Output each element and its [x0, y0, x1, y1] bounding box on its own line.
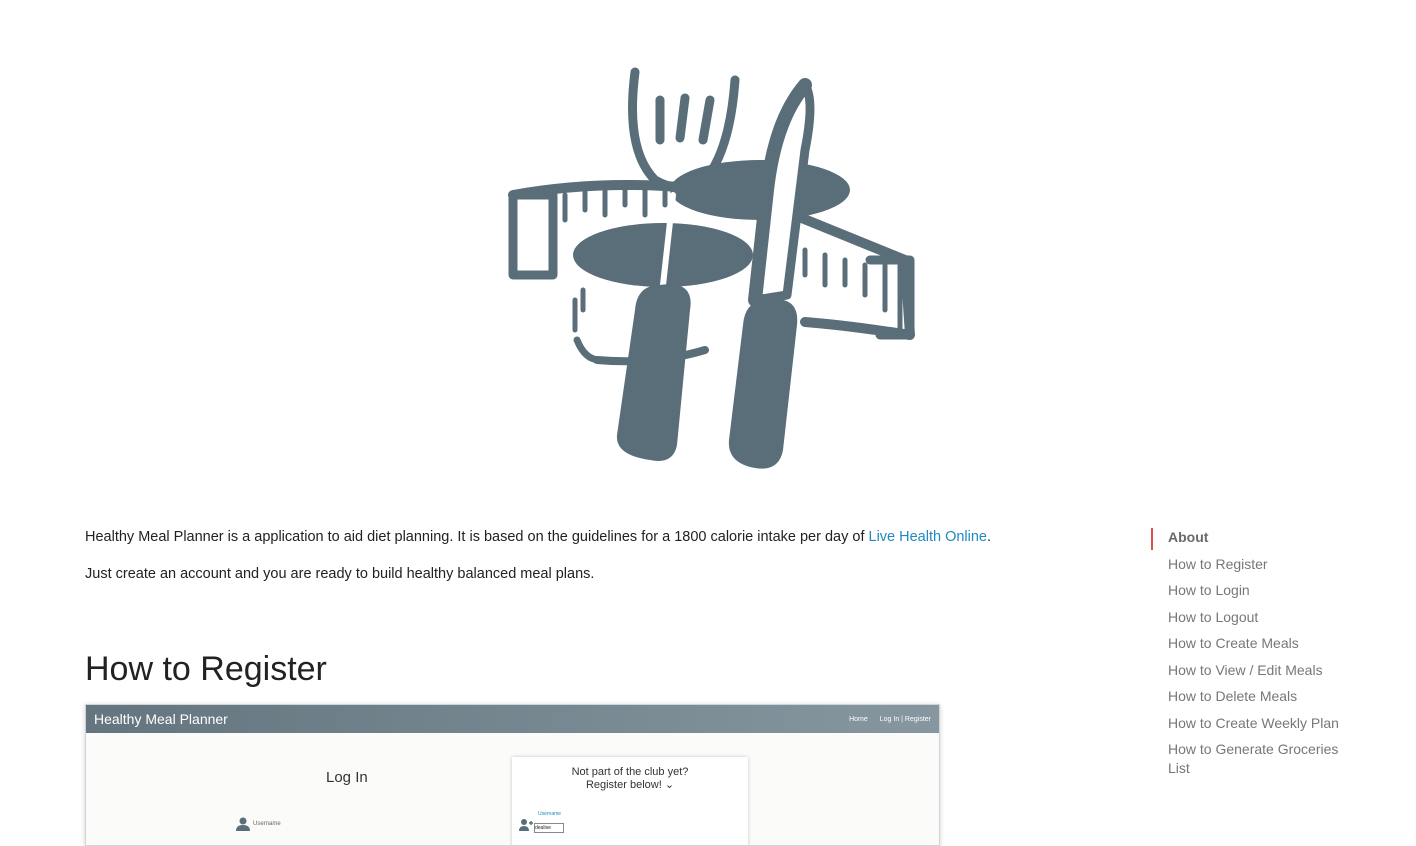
- screenshot-nav-home: Home: [849, 715, 868, 723]
- toc-item-how-to-register[interactable]: How to Register: [1151, 555, 1351, 574]
- screenshot-register-line2-text: Register below!: [585, 779, 662, 791]
- fork-knife-measuring-tape-icon: [508, 67, 915, 469]
- screenshot-reg-username-label: Username: [538, 811, 562, 817]
- toc-item-about[interactable]: About: [1151, 528, 1351, 550]
- toc-item-how-to-create-weekly-plan[interactable]: How to Create Weekly Plan: [1151, 714, 1351, 733]
- intro-paragraph: Healthy Meal Planner is a application to…: [85, 529, 991, 545]
- add-user-icon: [519, 819, 533, 831]
- toc-item-how-to-login[interactable]: How to Login: [1151, 581, 1351, 600]
- intro-text: Healthy Meal Planner is a application to…: [85, 529, 869, 545]
- intro-line2: Just create an account and you are ready…: [85, 566, 595, 582]
- screenshot-username-label: Username: [253, 821, 281, 827]
- toc-item-how-to-generate-groceries-list[interactable]: How to Generate Groceries List: [1151, 740, 1348, 778]
- toc-item-how-to-delete-meals[interactable]: How to Delete Meals: [1151, 687, 1351, 706]
- screenshot-register-line1: Not part of the club yet?: [571, 766, 689, 778]
- screenshot-reg-username-input: dealise: [534, 823, 564, 833]
- live-health-online-link[interactable]: Live Health Online: [869, 529, 988, 545]
- section-title-how-to-register: How to Register: [85, 650, 327, 688]
- screenshot-register-line2: Register below! ⌄: [512, 778, 748, 791]
- register-screenshot: Healthy Meal Planner Home Log In | Regis…: [85, 704, 940, 846]
- user-icon: [236, 817, 250, 831]
- screenshot-header: Healthy Meal Planner Home Log In | Regis…: [86, 705, 939, 733]
- screenshot-login-title: Log In: [326, 769, 368, 786]
- screenshot-nav: Home Log In | Register: [849, 716, 931, 723]
- table-of-contents: About How to Register How to Login How t…: [1151, 528, 1351, 786]
- screenshot-nav-login-register: Log In | Register: [879, 715, 931, 723]
- toc-item-how-to-create-meals[interactable]: How to Create Meals: [1151, 634, 1351, 653]
- intro-period: .: [987, 529, 992, 545]
- toc-item-how-to-view-edit-meals[interactable]: How to View / Edit Meals: [1151, 661, 1351, 680]
- screenshot-brand: Healthy Meal Planner: [94, 711, 228, 727]
- chevron-down-icon: ⌄: [664, 779, 675, 791]
- toc-item-how-to-logout[interactable]: How to Logout: [1151, 608, 1351, 627]
